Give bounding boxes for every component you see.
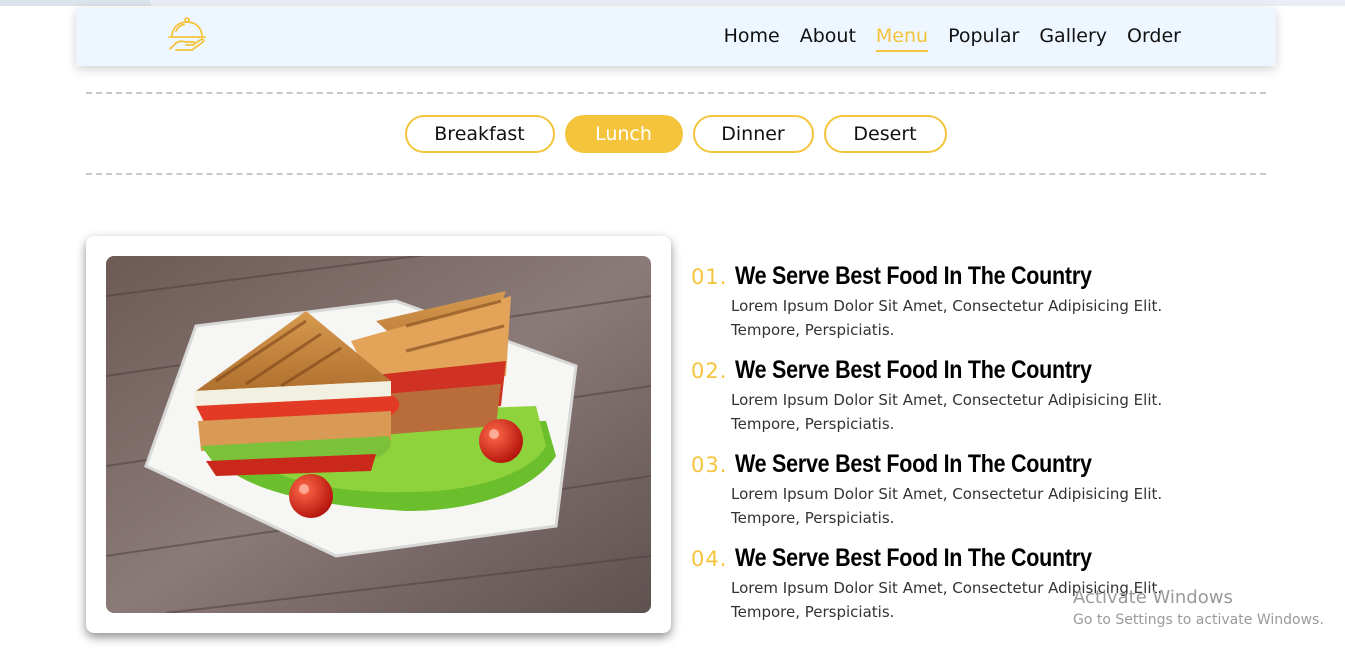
item-number: 01. bbox=[691, 265, 728, 289]
tab-breakfast[interactable]: Breakfast bbox=[404, 115, 555, 153]
dashed-divider-top bbox=[86, 92, 1266, 94]
dashed-divider-bottom bbox=[86, 173, 1266, 175]
watermark-subtitle: Go to Settings to activate Windows. bbox=[1073, 612, 1324, 628]
tab-lunch[interactable]: Lunch bbox=[564, 115, 683, 153]
serving-cloche-hand-icon[interactable] bbox=[166, 16, 208, 54]
item-number: 04. bbox=[691, 547, 728, 571]
nav-links: Home About Menu Popular Gallery Order bbox=[704, 24, 1181, 52]
nav-home[interactable]: Home bbox=[724, 24, 780, 52]
menu-feature-list: 01. We Serve Best Food In The Country Lo… bbox=[691, 262, 1251, 638]
browser-tab-strip bbox=[150, 0, 1345, 6]
tab-desert[interactable]: Desert bbox=[823, 115, 947, 153]
sandwich-plate-image bbox=[106, 256, 651, 613]
item-description: Lorem Ipsum Dolor Sit Amet, Consectetur … bbox=[731, 485, 1163, 527]
food-image-card bbox=[86, 236, 671, 633]
item-title: We Serve Best Food In The Country bbox=[735, 262, 1092, 290]
windows-activation-watermark: Activate Windows Go to Settings to activ… bbox=[1073, 587, 1324, 630]
tab-dinner[interactable]: Dinner bbox=[692, 115, 814, 153]
nav-gallery[interactable]: Gallery bbox=[1039, 24, 1107, 52]
item-description: Lorem Ipsum Dolor Sit Amet, Consectetur … bbox=[731, 297, 1163, 339]
nav-about[interactable]: About bbox=[800, 24, 856, 52]
nav-popular[interactable]: Popular bbox=[948, 24, 1019, 52]
navbar: Home About Menu Popular Gallery Order bbox=[76, 8, 1276, 66]
browser-top-strip bbox=[0, 0, 1345, 6]
watermark-title: Activate Windows bbox=[1073, 587, 1233, 608]
item-title: We Serve Best Food In The Country bbox=[735, 450, 1092, 478]
list-item: 02. We Serve Best Food In The Country Lo… bbox=[691, 356, 1251, 450]
nav-order[interactable]: Order bbox=[1127, 24, 1181, 52]
meal-tabs: Breakfast Lunch Dinner Desert bbox=[0, 115, 1345, 153]
nav-menu[interactable]: Menu bbox=[875, 24, 929, 52]
list-item: 01. We Serve Best Food In The Country Lo… bbox=[691, 262, 1251, 356]
item-number: 02. bbox=[691, 359, 728, 383]
item-number: 03. bbox=[691, 453, 728, 477]
list-item: 03. We Serve Best Food In The Country Lo… bbox=[691, 450, 1251, 544]
item-title: We Serve Best Food In The Country bbox=[735, 544, 1092, 572]
item-description: Lorem Ipsum Dolor Sit Amet, Consectetur … bbox=[731, 391, 1163, 433]
item-title: We Serve Best Food In The Country bbox=[735, 356, 1092, 384]
